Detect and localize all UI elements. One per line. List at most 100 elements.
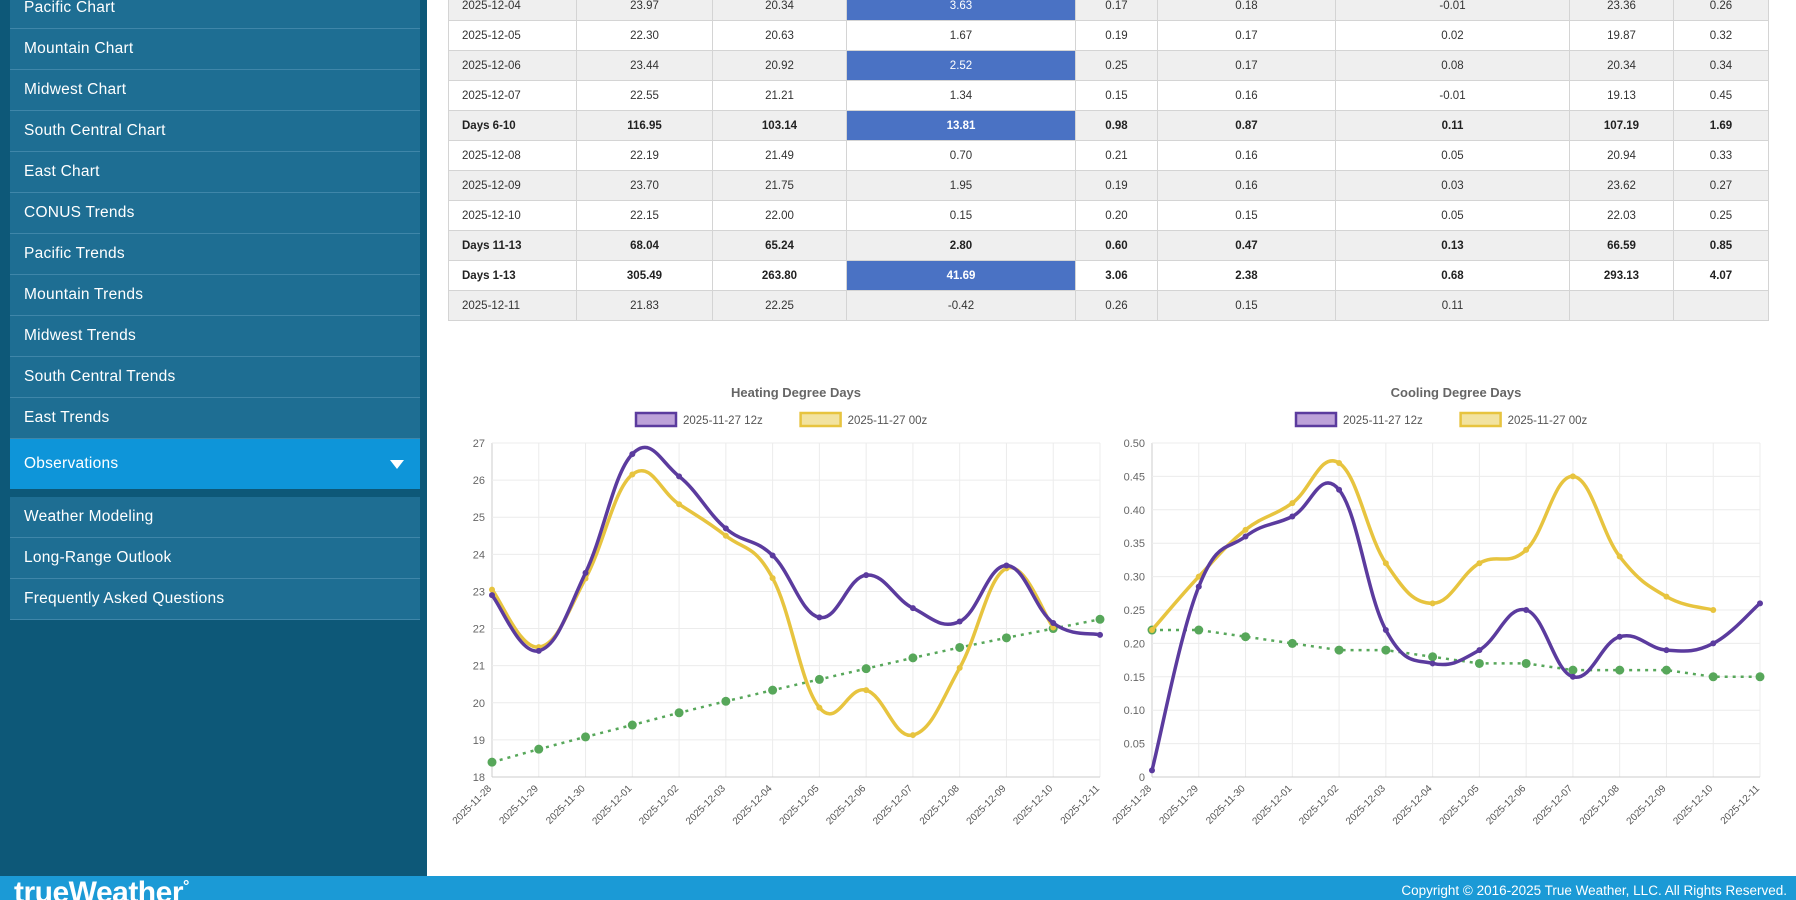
x-axis-tick-label: 2025-12-08 (918, 783, 962, 827)
value-cell: 0.16 (1158, 171, 1336, 201)
value-cell: 22.55 (577, 81, 713, 111)
value-cell: -0.01 (1336, 0, 1570, 21)
value-cell: -0.42 (847, 291, 1076, 321)
value-cell: 0.17 (1076, 0, 1158, 21)
x-axis-tick-label: 2025-12-11 (1719, 783, 1763, 827)
value-cell: 0.34 (1674, 51, 1769, 81)
sidebar-item-south-central-trends[interactable]: South Central Trends (10, 357, 420, 398)
sidebar-item-east-trends[interactable]: East Trends (10, 398, 420, 439)
chart-title: Cooling Degree Days (1391, 385, 1522, 400)
value-cell: 0.17 (1158, 51, 1336, 81)
value-cell: 22.03 (1570, 201, 1674, 231)
x-axis-tick-label: 2025-11-29 (497, 783, 541, 827)
value-cell: 22.15 (577, 201, 713, 231)
value-cell: 0.60 (1076, 231, 1158, 261)
sidebar-item-label: Frequently Asked Questions (24, 590, 224, 608)
sidebar-item-midwest-trends[interactable]: Midwest Trends (10, 316, 420, 357)
sidebar-item-mountain-trends[interactable]: Mountain Trends (10, 275, 420, 316)
legend-item[interactable]: 2025-11-27 00z (801, 413, 928, 427)
main-row: Pacific ChartMountain Chart Midwest Chart… (0, 0, 1796, 876)
sidebar-item-label: Observations (24, 455, 118, 473)
app-window: Pacific ChartMountain Chart Midwest Chart… (0, 0, 1796, 900)
x-axis-tick-label: 2025-12-04 (1391, 783, 1435, 827)
value-cell: 0.45 (1674, 81, 1769, 111)
value-cell: 0.87 (1158, 111, 1336, 141)
sidebar-item-pacific-chart[interactable]: Pacific Chart (10, 0, 420, 29)
sidebar-item-mountain-chart[interactable]: Mountain Chart (10, 29, 420, 70)
value-cell: 0.26 (1076, 291, 1158, 321)
table-row: 2025-12-0423.9720.343.630.170.18-0.0123.… (449, 0, 1769, 21)
legend-item[interactable]: 2025-11-27 12z (1296, 413, 1423, 427)
copyright-text: Copyright © 2016-2025 True Weather, LLC.… (1401, 883, 1787, 898)
sidebar-item-observations[interactable]: Observations (10, 439, 420, 489)
y-axis-tick-label: 0.25 (1124, 605, 1145, 617)
sidebar-item-label: East Trends (24, 409, 109, 427)
y-axis-tick-label: 26 (473, 475, 485, 487)
value-cell: 0.17 (1158, 21, 1336, 51)
row-label-cell: Days 1-13 (449, 261, 577, 291)
y-axis-tick-label: 20 (473, 698, 485, 710)
value-cell: 0.15 (1158, 201, 1336, 231)
value-cell: 66.59 (1570, 231, 1674, 261)
sidebar-item-east-chart[interactable]: East Chart (10, 152, 420, 193)
value-cell: 22.25 (713, 291, 847, 321)
value-cell: 305.49 (577, 261, 713, 291)
sidebar-item-label: Midwest Chart (24, 81, 126, 99)
forecast-table-wrap: 2025-12-0423.9720.343.630.170.18-0.0123.… (448, 0, 1768, 321)
y-axis-tick-label: 25 (473, 512, 485, 524)
legend-item[interactable]: 2025-11-27 12z (636, 413, 763, 427)
chevron-down-icon[interactable] (390, 460, 404, 469)
value-cell: 1.69 (1674, 111, 1769, 141)
row-label-cell: Days 6-10 (449, 111, 577, 141)
value-cell: 1.95 (847, 171, 1076, 201)
y-axis-tick-label: 0.35 (1124, 538, 1145, 550)
x-axis-tick-label: 2025-11-30 (1204, 783, 1248, 827)
value-cell: 4.07 (1674, 261, 1769, 291)
value-cell: 20.63 (713, 21, 847, 51)
x-axis-tick-label: 2025-12-09 (965, 783, 1009, 827)
value-cell: 1.67 (847, 21, 1076, 51)
value-cell (1674, 291, 1769, 321)
sidebar-item-midwest-chart[interactable]: Midwest Chart (10, 70, 420, 111)
brand-logo[interactable]: trueWeather° (14, 878, 189, 900)
table-row: Days 11-1368.0465.242.800.600.470.1366.5… (449, 231, 1769, 261)
sidebar-item-conus-trends[interactable]: CONUS Trends (10, 193, 420, 234)
value-cell: 0.15 (1076, 81, 1158, 111)
row-label-cell: 2025-12-10 (449, 201, 577, 231)
value-cell: 0.02 (1336, 21, 1570, 51)
value-cell: 0.33 (1674, 141, 1769, 171)
row-label-cell: 2025-12-07 (449, 81, 577, 111)
y-axis-tick-label: 0.30 (1124, 572, 1145, 584)
y-axis-tick-label: 0.50 (1124, 438, 1145, 450)
value-cell: 2.38 (1158, 261, 1336, 291)
svg-text:2025-11-27 00z: 2025-11-27 00z (848, 415, 928, 427)
row-label-cell: 2025-12-04 (449, 0, 577, 21)
x-axis-tick-label: 2025-12-09 (1625, 783, 1669, 827)
x-axis-tick-label: 2025-12-11 (1059, 783, 1103, 827)
legend-item[interactable]: 2025-11-27 00z (1461, 413, 1588, 427)
value-cell: 21.75 (713, 171, 847, 201)
svg-text:2025-11-27 12z: 2025-11-27 12z (1343, 415, 1423, 427)
sidebar-item-frequently-asked-questions[interactable]: Frequently Asked Questions (10, 579, 420, 620)
sidebar-item-pacific-trends[interactable]: Pacific Trends (10, 234, 420, 275)
value-cell: 0.85 (1674, 231, 1769, 261)
value-cell: 0.11 (1336, 291, 1570, 321)
table-row: 2025-12-0623.4420.922.520.250.170.0820.3… (449, 51, 1769, 81)
row-label-cell: Days 11-13 (449, 231, 577, 261)
value-cell: 0.03 (1336, 171, 1570, 201)
table-row: Days 6-10116.95103.1413.810.980.870.1110… (449, 111, 1769, 141)
value-cell: 0.19 (1076, 171, 1158, 201)
row-label-cell: 2025-12-09 (449, 171, 577, 201)
y-axis-tick-label: 0.20 (1124, 638, 1145, 650)
value-cell: 293.13 (1570, 261, 1674, 291)
value-cell: 23.70 (577, 171, 713, 201)
row-label-cell: 2025-12-06 (449, 51, 577, 81)
sidebar-item-long-range-outlook[interactable]: Long-Range Outlook (10, 538, 420, 579)
sidebar-item-weather-modeling[interactable]: Weather Modeling (10, 497, 420, 538)
footer-bar: trueWeather° Copyright © 2016-2025 True … (0, 876, 1796, 900)
y-axis-tick-label: 21 (473, 661, 485, 673)
value-cell: 0.11 (1336, 111, 1570, 141)
value-cell: 13.81 (847, 111, 1076, 141)
value-cell: 0.13 (1336, 231, 1570, 261)
sidebar-item-south-central-chart[interactable]: South Central Chart (10, 111, 420, 152)
